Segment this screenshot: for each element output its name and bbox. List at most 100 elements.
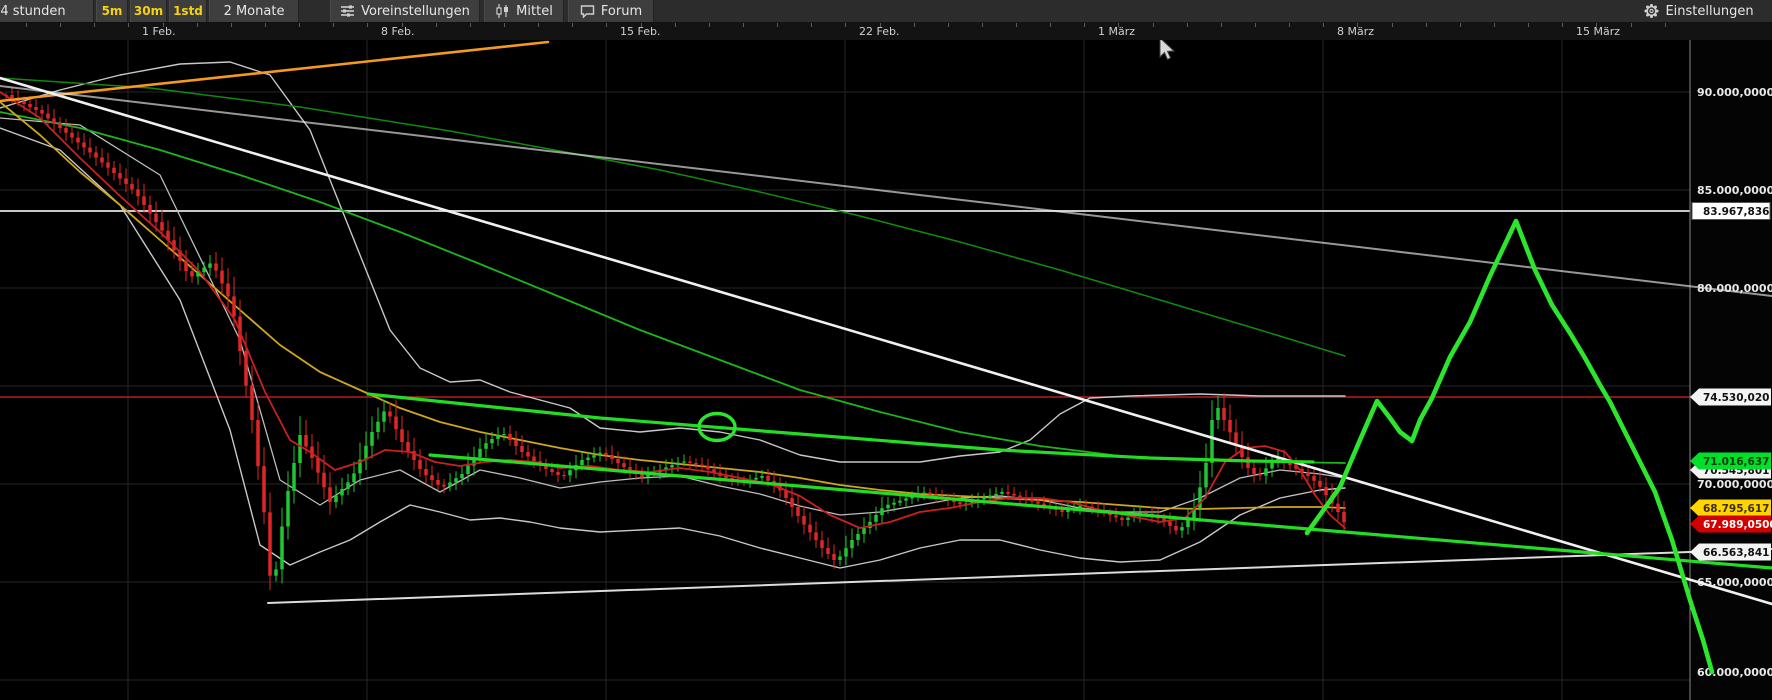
day-tick [333, 23, 334, 27]
toolbar-label-timeframe-5m: 5m [102, 4, 123, 18]
gridlines [0, 40, 1690, 700]
day-tick [606, 23, 607, 27]
toolbar-label-range-2-monate: 2 Monate [224, 4, 285, 19]
toolbar-button-timeframe-5m[interactable]: 5m [96, 0, 128, 22]
day-tick [1084, 23, 1085, 27]
tag-67989: 67.989,0500 [1690, 516, 1772, 533]
svg-text:74.530,020: 74.530,020 [1703, 392, 1769, 404]
svg-text:68.795,617: 68.795,617 [1703, 503, 1769, 515]
date-label: 1 März [1098, 25, 1135, 38]
day-tick [1050, 23, 1051, 27]
day-tick [538, 23, 539, 27]
date-label: 15 März [1576, 25, 1620, 38]
day-tick [777, 23, 778, 27]
date-label: 8 März [1337, 25, 1374, 38]
day-tick [675, 23, 676, 27]
toolbar-button-timeframe-30m[interactable]: 30m [130, 0, 167, 22]
trend-lines[interactable] [0, 42, 1772, 604]
day-tick [811, 23, 812, 27]
date-label: 8 Feb. [381, 25, 414, 38]
toolbar-label-einstellungen: Einstellungen [1665, 4, 1753, 19]
date-label: 1 Feb. [142, 25, 175, 38]
toolbar-label-timeframe-4h: 4 stunden [0, 4, 65, 19]
day-tick [265, 23, 266, 27]
mouse-cursor [1160, 40, 1174, 59]
day-tick [1323, 23, 1324, 27]
day-tick [1528, 23, 1529, 27]
plot-content [0, 62, 1346, 590]
price-tick-label: 65.000,0000 [1697, 576, 1772, 589]
svg-text:66.563,841: 66.563,841 [1703, 547, 1769, 559]
day-tick [1665, 23, 1666, 27]
chart-area[interactable]: 90.000,000085.000,000080.000,000070.000,… [0, 40, 1772, 700]
green-trendline-lower [430, 455, 1772, 568]
price-tick-label: 85.000,0000 [1697, 184, 1772, 197]
bubble-icon [580, 4, 595, 18]
day-tick [128, 23, 129, 27]
day-tick [1392, 23, 1393, 27]
day-tick [1221, 23, 1222, 27]
svg-text:67.989,0500: 67.989,0500 [1703, 519, 1772, 531]
candle-icon [495, 4, 510, 18]
day-tick [845, 23, 846, 27]
date-label: 15 Feb. [620, 25, 660, 38]
day-tick [1631, 23, 1632, 27]
toolbar-button-forum[interactable]: Forum [568, 0, 654, 22]
day-tick [1494, 23, 1495, 27]
toolbar-button-timeframe-4h[interactable]: 4 stunden [0, 0, 94, 22]
svg-text:71.016,637: 71.016,637 [1703, 456, 1769, 468]
day-tick [504, 23, 505, 27]
toolbar-label-timeframe-1std: 1std [173, 4, 203, 18]
tag-66563: 66.563,841 [1690, 544, 1771, 561]
sliders-icon [340, 4, 355, 18]
day-tick [1562, 23, 1563, 27]
price-tick-label: 90.000,0000 [1697, 86, 1772, 99]
day-tick [26, 23, 27, 27]
tag-74530: 74.530,020 [1690, 389, 1771, 406]
toolbar-label-mittel: Mittel [516, 4, 553, 19]
day-tick [1255, 23, 1256, 27]
day-tick [1289, 23, 1290, 27]
day-tick [743, 23, 744, 27]
day-tick [982, 23, 983, 27]
trading-chart-window: 4 stunden 5m 30m 1std 2 Monate Voreinstellung… [0, 0, 1772, 700]
green-forecast-zigzag [1307, 221, 1712, 672]
day-tick [1187, 23, 1188, 27]
day-tick [948, 23, 949, 27]
toolbar-button-einstellungen[interactable]: Einstellungen [1634, 0, 1764, 22]
price-tick-label: 70.000,0000 [1697, 478, 1772, 491]
day-tick [709, 23, 710, 27]
date-label: 22 Feb. [859, 25, 899, 38]
day-tick [231, 23, 232, 27]
toolbar: 4 stunden 5m 30m 1std 2 Monate Voreinstellung… [0, 0, 1772, 23]
toolbar-button-timeframe-1std[interactable]: 1std [169, 0, 207, 22]
gear-icon [1644, 4, 1659, 18]
toolbar-button-voreinstellungen[interactable]: Voreinstellungen [330, 0, 480, 22]
day-tick [197, 23, 198, 27]
day-tick [1153, 23, 1154, 27]
toolbar-button-mittel[interactable]: Mittel [484, 0, 564, 22]
toolbar-label-voreinstellungen: Voreinstellungen [361, 4, 470, 19]
white-trendline-ascending [268, 549, 1772, 603]
day-tick [60, 23, 61, 27]
white-trendline-main [0, 78, 1772, 604]
svg-text:83.967,8363: 83.967,8363 [1703, 206, 1772, 218]
date-axis[interactable]: 1 Feb. 8 Feb. 15 Feb. 22 Feb. 1 März 8 März 15… [0, 23, 1772, 40]
toolbar-label-timeframe-30m: 30m [134, 4, 163, 18]
tag-83967: 83.967,8363 [1692, 203, 1772, 220]
day-tick [914, 23, 915, 27]
drawn-green-analysis[interactable] [368, 221, 1772, 672]
toolbar-button-range-2-monate[interactable]: 2 Monate [209, 0, 299, 22]
tag-71016: 71.016,637 [1690, 453, 1771, 470]
day-tick [1460, 23, 1461, 27]
day-tick [94, 23, 95, 27]
toolbar-label-forum: Forum [601, 4, 642, 19]
day-tick [470, 23, 471, 27]
white-trendline-upper [0, 86, 1772, 296]
tag-68795: 68.795,617 [1690, 500, 1771, 517]
day-tick [299, 23, 300, 27]
day-tick [572, 23, 573, 27]
day-tick [1426, 23, 1427, 27]
price-tick-label: 60.000,0000 [1697, 666, 1772, 679]
chart-canvas[interactable]: 90.000,000085.000,000080.000,000070.000,… [0, 40, 1772, 700]
